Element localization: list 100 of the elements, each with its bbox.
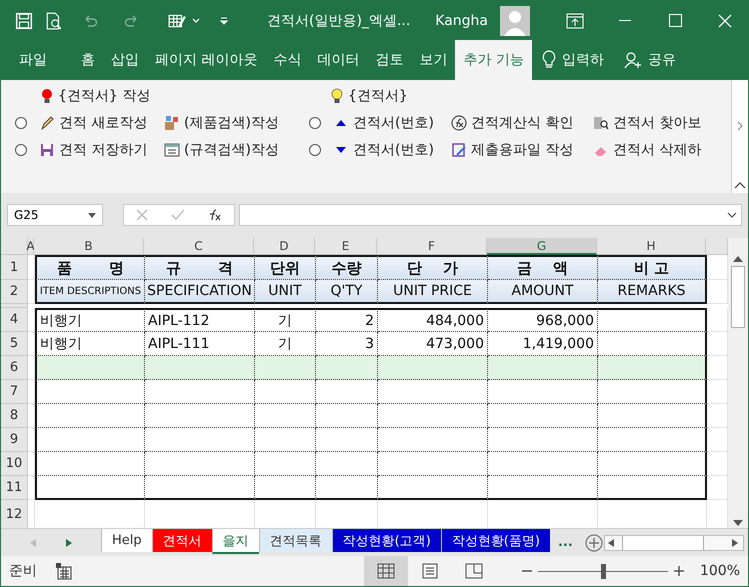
column-heading: 규 격	[145, 255, 255, 280]
scroll-left-icon[interactable]	[608, 538, 616, 546]
row-header[interactable]: 8	[1, 404, 28, 428]
caret-icon[interactable]	[191, 16, 201, 24]
scrollbar-thumb[interactable]	[731, 266, 745, 328]
ribbon-command[interactable]: (제품검색)작성	[184, 114, 279, 132]
ribbon-command[interactable]: 견적 저장하기	[59, 141, 148, 159]
share-button[interactable]: 공유	[648, 51, 676, 69]
ribbon-command[interactable]: 견적서 삭제하	[613, 141, 702, 159]
more-sheets-button[interactable]: ...	[550, 529, 581, 556]
ribbon-tab[interactable]: 파일	[11, 40, 55, 80]
column-header[interactable]: C	[144, 238, 254, 255]
ribbon-command[interactable]: 견적서 찾아보	[613, 114, 702, 132]
column-header[interactable]: D	[254, 238, 315, 255]
page-break-icon[interactable]	[464, 563, 483, 579]
radio-button[interactable]	[15, 144, 27, 156]
collapse-ribbon-icon[interactable]	[734, 181, 746, 189]
table-cell: 484,000	[378, 308, 488, 332]
function-icon[interactable]	[208, 209, 222, 221]
checkmark-icon[interactable]	[170, 209, 185, 221]
add-sheet-icon[interactable]	[584, 534, 603, 552]
zoom-level[interactable]: 100%	[700, 563, 740, 579]
group-heading: {견적서}	[348, 87, 408, 105]
row-header[interactable]: 9	[1, 428, 28, 452]
column-header[interactable]: G	[487, 238, 597, 255]
scroll-down-icon[interactable]	[733, 520, 743, 526]
column-heading: 수량	[316, 255, 378, 280]
radio-button[interactable]	[309, 117, 321, 129]
caret-icon[interactable]	[88, 212, 96, 218]
name-box[interactable]: G25	[7, 204, 103, 226]
macro-record-icon[interactable]	[55, 562, 73, 580]
close-icon[interactable]	[718, 14, 732, 28]
radio-button[interactable]	[15, 117, 27, 129]
sheet-tab[interactable]: 작성현황(품명)	[440, 529, 550, 552]
column-header[interactable]: B	[34, 238, 144, 255]
lightbulb-icon	[329, 88, 345, 104]
minimize-icon[interactable]	[619, 20, 631, 22]
table-cell: 기	[255, 308, 316, 332]
formula-field[interactable]	[239, 204, 742, 226]
ribbon-tab[interactable]: 홈	[73, 40, 103, 80]
ribbon-command[interactable]: 견적서(번호)	[353, 141, 434, 159]
customize-icon[interactable]	[219, 16, 229, 26]
page-icon[interactable]	[422, 563, 438, 579]
row-header[interactable]: 4	[1, 308, 28, 332]
ribbon-tab[interactable]: 페이지 레이아웃	[147, 40, 266, 80]
ribbon-tab[interactable]: 보기	[411, 40, 456, 80]
ribbon-command[interactable]: 견적서(번호)	[353, 114, 434, 132]
radio-button[interactable]	[309, 144, 321, 156]
horizontal-scrollbar[interactable]	[604, 534, 744, 550]
row-header[interactable]: 11	[1, 476, 28, 500]
scroll-right-icon[interactable]	[732, 538, 740, 546]
ribbon-tab[interactable]: 추가 기능	[455, 40, 532, 80]
scrollbar-thumb[interactable]	[622, 536, 704, 550]
row-header[interactable]: 7	[1, 380, 28, 404]
ribbon-command[interactable]: 견적계산식 확인	[471, 114, 574, 132]
row-header[interactable]: 12	[1, 500, 28, 528]
next-sheet-icon[interactable]	[66, 538, 72, 546]
sheet-tab[interactable]: 작성현황(고객)	[332, 529, 441, 552]
sheet-tab[interactable]: Help	[101, 529, 152, 552]
sheet-tab[interactable]: 견적서	[152, 529, 212, 552]
window-icon	[164, 142, 180, 158]
ribbon-display-icon[interactable]	[566, 12, 584, 28]
print-preview-icon[interactable]	[45, 12, 63, 30]
expand-icon[interactable]	[727, 212, 737, 218]
column-heading: SPECIFICATION	[145, 280, 255, 304]
ribbon-command[interactable]: (규격검색)작성	[184, 141, 279, 159]
scroll-up-icon[interactable]	[733, 256, 743, 262]
column-heading: REMARKS	[598, 280, 707, 304]
row-header[interactable]: 5	[1, 332, 28, 356]
row-header[interactable]: 2	[1, 280, 28, 304]
column-header[interactable]: F	[377, 238, 487, 255]
tell-me-field[interactable]: 입력하	[562, 51, 604, 69]
view-button[interactable]	[364, 556, 408, 586]
user-name[interactable]: Kangha	[435, 12, 488, 28]
scroll-right-icon[interactable]	[736, 120, 744, 132]
lightbulb-icon[interactable]	[542, 50, 556, 70]
row-header[interactable]: 10	[1, 452, 28, 476]
ribbon-command[interactable]: 제출용파일 작성	[471, 141, 574, 159]
table-cell: 968,000	[488, 308, 598, 332]
column-header[interactable]: A	[28, 238, 34, 255]
ribbon-tab[interactable]: 데이터	[309, 40, 368, 80]
share-icon[interactable]	[624, 51, 642, 69]
save-icon[interactable]	[15, 12, 33, 30]
group-heading: {견적서} 작성	[58, 87, 150, 105]
row-header[interactable]: 6	[1, 356, 28, 380]
grid-icon[interactable]	[376, 563, 395, 579]
sheet-tab[interactable]: 견적목록	[258, 529, 332, 552]
ribbon-tab[interactable]: 검토	[367, 40, 412, 80]
row-header[interactable]: 1	[1, 255, 28, 280]
save-pen-icon	[451, 142, 467, 158]
column-header[interactable]: E	[315, 238, 377, 255]
ribbon-tab[interactable]: 수식	[265, 40, 310, 80]
column-header[interactable]: H	[597, 238, 706, 255]
sheet-tab[interactable]: 을지	[212, 529, 259, 554]
maximize-icon[interactable]	[668, 14, 682, 27]
ribbon-tab[interactable]: 삽입	[103, 40, 147, 80]
book-search-icon	[593, 115, 609, 131]
vertical-scrollbar[interactable]	[728, 238, 748, 528]
ribbon-command[interactable]: 견적 새로작성	[59, 114, 148, 132]
zoom-in-icon[interactable]	[674, 566, 684, 576]
